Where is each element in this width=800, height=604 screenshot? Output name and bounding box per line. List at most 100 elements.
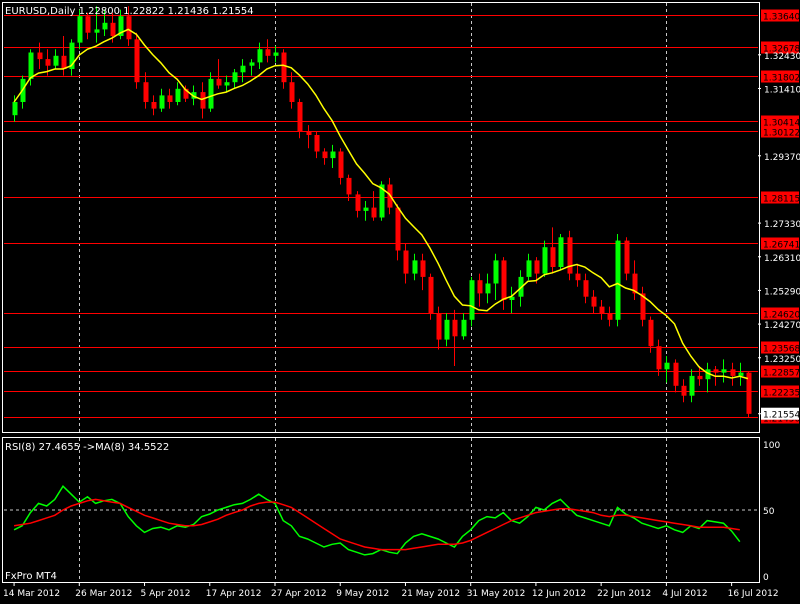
candle-body bbox=[355, 194, 361, 211]
candle-body bbox=[567, 237, 573, 274]
candle-body bbox=[94, 29, 100, 33]
candle-body bbox=[126, 16, 132, 40]
candle-body bbox=[721, 369, 727, 373]
candle-body bbox=[208, 78, 214, 109]
candle-body bbox=[12, 102, 18, 116]
price-tick-label: 1.27330 bbox=[764, 220, 800, 230]
level-label-text: 1.22857 bbox=[763, 369, 800, 379]
price-chart-svg[interactable]: 1.336401.326781.318021.304141.301221.281… bbox=[0, 0, 800, 600]
candle-body bbox=[664, 362, 670, 370]
date-tick-label: 14 Mar 2012 bbox=[3, 589, 60, 599]
rsi-tick-label: 50 bbox=[763, 507, 775, 517]
price-tick-label: 1.32430 bbox=[764, 52, 800, 62]
candle-body bbox=[550, 247, 556, 267]
candle-body bbox=[28, 52, 34, 79]
candle-body bbox=[558, 237, 564, 267]
candle-body bbox=[477, 280, 483, 294]
candle-body bbox=[615, 240, 621, 320]
candle-body bbox=[689, 375, 695, 396]
mt4-chart-window[interactable]: 1.33640 1.32678 1.31802 1.30414 1.30122 1.281… bbox=[0, 0, 800, 600]
candle-body bbox=[200, 92, 206, 109]
candle-body bbox=[501, 260, 507, 300]
level-label-text: 1.30122 bbox=[763, 129, 800, 139]
candle-body bbox=[151, 102, 157, 109]
date-tick-label: 16 Jul 2012 bbox=[728, 589, 779, 599]
candle-body bbox=[591, 296, 597, 307]
candle-body bbox=[224, 82, 230, 86]
candle-body bbox=[240, 65, 246, 73]
date-tick-label: 31 May 2012 bbox=[467, 589, 526, 599]
candle-body bbox=[167, 95, 173, 102]
candle-body bbox=[273, 52, 279, 56]
candle-body bbox=[713, 369, 719, 373]
candle-body bbox=[599, 306, 605, 314]
candle-body bbox=[232, 72, 238, 83]
candle-body bbox=[436, 313, 442, 340]
candle-body bbox=[697, 375, 703, 380]
level-label-text: 1.24620 bbox=[763, 311, 800, 321]
candle-body bbox=[61, 55, 67, 69]
candle-body bbox=[403, 250, 409, 274]
candle-body bbox=[77, 16, 83, 43]
candle-body bbox=[85, 16, 91, 33]
candle-body bbox=[281, 52, 287, 83]
candle-body bbox=[607, 313, 613, 320]
candle-body bbox=[452, 319, 458, 337]
candle-body bbox=[257, 49, 263, 63]
candle-body bbox=[110, 22, 116, 36]
date-tick-label: 12 Jun 2012 bbox=[532, 589, 586, 599]
price-tick-label: 1.23250 bbox=[764, 355, 800, 365]
candle-body bbox=[395, 207, 401, 251]
date-tick-label: 4 Jul 2012 bbox=[662, 589, 707, 599]
candle-body bbox=[134, 39, 140, 83]
candle-body bbox=[330, 151, 336, 159]
candle-body bbox=[322, 151, 328, 159]
level-label-text: 1.26741 bbox=[763, 241, 800, 251]
candle-body bbox=[45, 59, 51, 66]
price-tick-label: 1.25290 bbox=[764, 287, 800, 297]
candle-body bbox=[534, 260, 540, 274]
candle-body bbox=[371, 207, 377, 218]
candle-body bbox=[730, 369, 736, 376]
candle-body bbox=[648, 319, 654, 347]
candle-body bbox=[37, 52, 43, 60]
candle-body bbox=[461, 319, 467, 337]
date-tick-label: 26 Mar 2012 bbox=[75, 589, 132, 599]
date-tick-label: 21 May 2012 bbox=[401, 589, 460, 599]
candle-body bbox=[485, 283, 491, 294]
date-tick-label: 5 Apr 2012 bbox=[141, 589, 191, 599]
candle-body bbox=[412, 260, 418, 274]
level-label-text: 1.22235 bbox=[763, 389, 800, 399]
rsi-tick-label: 100 bbox=[763, 441, 780, 451]
chart-header-text: EURUSD,Daily 1.22800 1.22822 1.21436 1.2… bbox=[5, 6, 254, 17]
candle-body bbox=[444, 319, 450, 340]
candle-body bbox=[249, 62, 255, 66]
price-tick-label: 1.26310 bbox=[764, 254, 800, 264]
candle-body bbox=[143, 82, 149, 102]
rsi-tick-label: 0 bbox=[763, 573, 769, 583]
candle-body bbox=[656, 346, 662, 370]
candle-body bbox=[346, 177, 352, 195]
price-tick-label: 1.24270 bbox=[764, 321, 800, 331]
level-label-text: 1.31802 bbox=[763, 74, 800, 84]
candle-body bbox=[575, 273, 581, 281]
candle-body bbox=[624, 240, 630, 274]
candle-body bbox=[738, 372, 744, 376]
candle-body bbox=[102, 22, 108, 30]
candle-body bbox=[306, 131, 312, 135]
level-label-text: 1.28115 bbox=[763, 195, 800, 205]
candle-body bbox=[469, 280, 475, 320]
current-price-label: 1.21554 bbox=[763, 411, 800, 421]
candle-body bbox=[526, 260, 532, 277]
candle-body bbox=[583, 280, 589, 297]
candle-body bbox=[428, 276, 434, 314]
candle-body bbox=[420, 260, 426, 277]
date-tick-label: 27 Apr 2012 bbox=[271, 589, 327, 599]
price-tick-label: 1.29370 bbox=[764, 153, 800, 163]
date-tick-label: 17 Apr 2012 bbox=[206, 589, 262, 599]
candle-body bbox=[314, 135, 320, 152]
candle-body bbox=[673, 362, 679, 386]
candle-body bbox=[542, 247, 548, 274]
watermark-text: FxPro MT4 bbox=[5, 571, 57, 582]
candle-body bbox=[216, 78, 222, 86]
